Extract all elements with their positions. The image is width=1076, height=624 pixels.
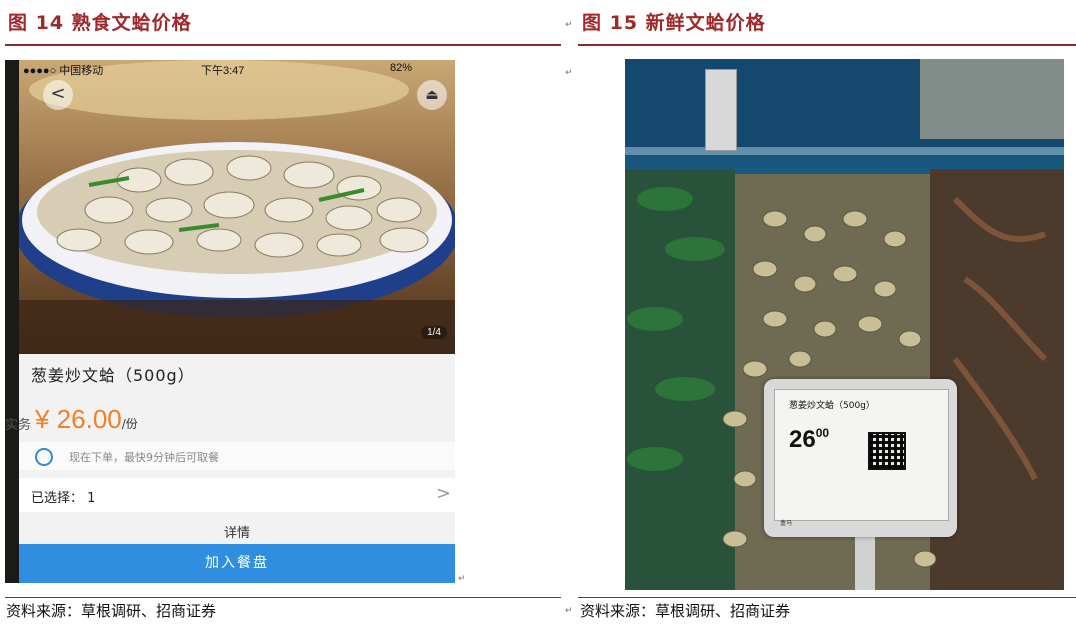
- figure-15-bottom-rule: [578, 597, 1076, 598]
- chevron-right-icon: >: [435, 483, 451, 504]
- figure-15-title: 图 15 新鲜文蛤价格: [582, 12, 766, 34]
- price-value: ¥ 26.00: [35, 404, 122, 434]
- tag-clip: [705, 69, 737, 151]
- paragraph-mark: ↵: [565, 68, 573, 78]
- pickup-note: 现在下单，最快9分钟后可取餐: [69, 451, 219, 464]
- figure-14-source: 资料来源：草根调研、招商证券: [6, 602, 217, 620]
- tag-price-yuan: 26: [789, 426, 816, 453]
- tag-footer: 盒马: [780, 520, 793, 527]
- tab-details[interactable]: 详情: [19, 522, 455, 544]
- cropped-text: 实务: [5, 418, 32, 433]
- price-tag-screen: 葱姜炒文蛤（500g） 2600: [774, 389, 949, 521]
- tag-price-cents: 00: [815, 426, 830, 440]
- page-indicator: 1/4: [421, 326, 447, 339]
- selected-label: 已选择： 1: [31, 491, 96, 506]
- status-bar: ●●●●○ 中国移动 下午3:47 82%: [5, 60, 455, 78]
- electronic-price-tag: 葱姜炒文蛤（500g） 2600 盒马: [764, 379, 957, 537]
- screenshot-edge: [5, 60, 19, 583]
- back-icon: <: [50, 83, 66, 104]
- price-unit: /份: [121, 417, 138, 431]
- clock-icon: [35, 448, 53, 466]
- share-button[interactable]: ⏏: [417, 80, 447, 110]
- paragraph-mark: ↵: [458, 574, 466, 584]
- carrier-text: ●●●●○ 中国移动: [23, 65, 104, 77]
- dish-title: 葱姜炒文蛤（500g）: [31, 366, 195, 385]
- tag-product-name: 葱姜炒文蛤（500g）: [789, 401, 875, 411]
- clam-bowl-illustration: [19, 60, 455, 354]
- back-button[interactable]: <: [43, 80, 73, 110]
- figure-14-bottom-rule: [5, 597, 561, 598]
- figure-14-top-rule: [5, 44, 561, 46]
- clock-text: 下午3:47: [201, 65, 245, 77]
- share-icon: ⏏: [425, 87, 439, 103]
- add-to-tray-button[interactable]: 加入餐盘: [19, 544, 455, 583]
- battery-text: 82%: [390, 62, 413, 74]
- tag-price: 2600: [789, 426, 829, 454]
- selection-row[interactable]: 已选择： 1 >: [19, 478, 455, 512]
- qr-code-icon: [868, 432, 906, 470]
- dish-photo: [19, 60, 455, 354]
- figure-14-title: 图 14 熟食文蛤价格: [8, 12, 192, 34]
- seafood-tank-photo: 葱姜炒文蛤（500g） 2600 盒马: [625, 59, 1064, 590]
- paragraph-mark: ↵: [565, 20, 573, 30]
- figure-15-top-rule: [578, 44, 1076, 46]
- pickup-info-row: 现在下单，最快9分钟后可取餐: [19, 442, 455, 470]
- paragraph-mark: ↵: [565, 606, 573, 616]
- price-row: ¥ 26.00/份: [35, 404, 138, 435]
- app-screenshot: ●●●●○ 中国移动 下午3:47 82% < ⏏ 1/4 葱姜炒文蛤（500g…: [5, 60, 455, 583]
- figure-15-source: 资料来源：草根调研、招商证券: [580, 602, 791, 620]
